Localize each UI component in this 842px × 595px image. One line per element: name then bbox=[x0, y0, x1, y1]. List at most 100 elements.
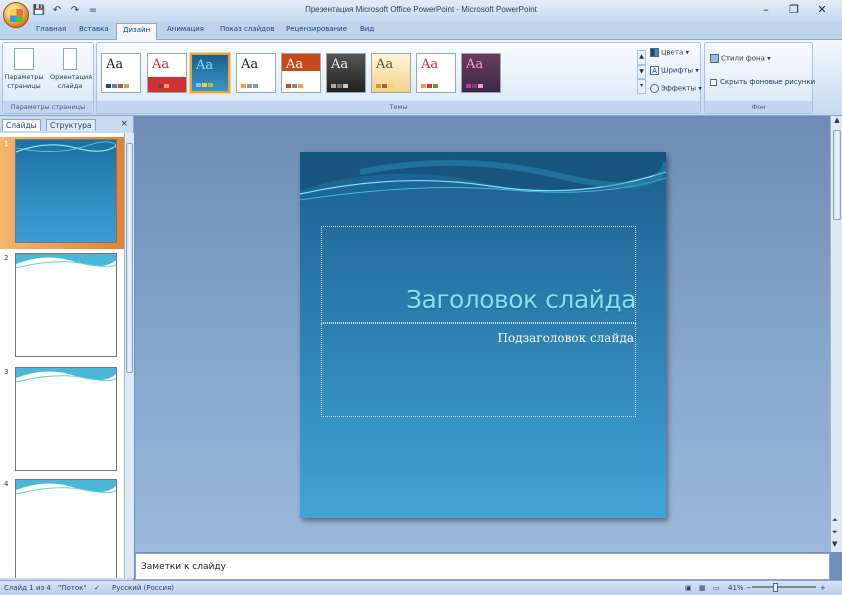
page-setup-group: Параметры страницы Ориентация слайда Пар… bbox=[2, 42, 94, 114]
themes-group: Aa Aa Aa Aa Aa Aa Aa Aa Aa Темы bbox=[96, 42, 701, 114]
themes-scroller: ▲ ▼ ▾ bbox=[637, 50, 646, 95]
tab-slideshow[interactable]: Показ слайдов bbox=[216, 25, 278, 33]
wave-decoration bbox=[16, 480, 116, 495]
zoom-out-icon[interactable]: − bbox=[746, 581, 752, 595]
checkbox-box bbox=[710, 78, 717, 86]
tab-design[interactable]: Дизайн bbox=[116, 23, 158, 40]
theme-tile-4[interactable]: Aa bbox=[236, 53, 276, 93]
effects-icon bbox=[650, 84, 659, 93]
tab-slides[interactable]: Слайды bbox=[2, 119, 41, 131]
page-setup-group-label: Параметры страницы bbox=[3, 101, 93, 113]
theme-tile-8[interactable]: Aa bbox=[416, 53, 456, 93]
theme-tile-9[interactable]: Aa bbox=[461, 53, 501, 93]
slide-thumbnails: 1 2 3 4 bbox=[0, 133, 124, 578]
ribbon-tabs: Главная Вставка Дизайн Анимация Показ сл… bbox=[0, 22, 842, 40]
slide-sorter-icon[interactable]: ▦ bbox=[699, 581, 706, 595]
editor-scrollbar[interactable]: ▲ ⏶ ⏷ ▼ bbox=[830, 116, 842, 552]
scroll-down-icon[interactable]: ▼ bbox=[832, 540, 837, 548]
orientation-button[interactable]: Ориентация слайда bbox=[50, 48, 92, 91]
themes-scroll-up-icon[interactable]: ▲ bbox=[637, 50, 646, 65]
wave-decoration bbox=[300, 152, 666, 201]
orientation-icon bbox=[63, 48, 77, 70]
slide-number: 2 bbox=[4, 254, 9, 262]
background-styles-button[interactable]: Стили фона ▾ bbox=[710, 54, 771, 63]
slide-preview bbox=[15, 479, 117, 578]
slide-thumbnail-2[interactable]: 2 bbox=[0, 251, 124, 363]
wave-decoration bbox=[16, 368, 116, 383]
theme-tile-6[interactable]: Aa bbox=[326, 53, 366, 93]
themes-scroll-down-icon[interactable]: ▼ bbox=[637, 64, 646, 80]
tab-animation[interactable]: Анимация bbox=[163, 25, 208, 33]
spellcheck-icon[interactable]: ✓ bbox=[94, 581, 100, 595]
hide-background-checkbox[interactable]: Скрыть фоновые рисунки bbox=[710, 78, 815, 86]
panel-close-icon[interactable]: × bbox=[120, 119, 128, 129]
colors-icon bbox=[650, 48, 659, 57]
next-slide-icon[interactable]: ⏷ bbox=[832, 528, 838, 537]
office-button[interactable] bbox=[3, 2, 29, 28]
thumbnails-scrollbar[interactable] bbox=[124, 133, 134, 578]
zoom-in-icon[interactable]: + bbox=[820, 581, 826, 595]
colors-button[interactable]: Цвета ▾ bbox=[650, 48, 689, 57]
wave-decoration bbox=[16, 254, 116, 269]
slideshow-view-icon[interactable]: ▭ bbox=[713, 581, 720, 595]
slide-preview bbox=[15, 139, 117, 243]
ribbon: Параметры страницы Ориентация слайда Пар… bbox=[0, 40, 842, 116]
theme-tile-5[interactable]: Aa bbox=[281, 53, 321, 93]
slide-thumbnail-3[interactable]: 3 bbox=[0, 365, 124, 477]
current-slide[interactable]: Заголовок слайда Подзаголовок слайда bbox=[300, 152, 666, 518]
effects-label: Эффекты bbox=[661, 84, 696, 93]
window-title: Презентация Microsoft Office PowerPoint … bbox=[305, 5, 537, 14]
previous-slide-icon[interactable]: ⏶ bbox=[832, 516, 838, 525]
notes-placeholder: Заметки к слайду bbox=[141, 562, 226, 572]
theme-tile-7[interactable]: Aa bbox=[371, 53, 411, 93]
hide-background-label: Скрыть фоновые рисунки bbox=[720, 78, 816, 86]
theme-tile-office[interactable]: Aa bbox=[101, 53, 141, 93]
title-bar: Презентация Microsoft Office PowerPoint … bbox=[0, 0, 842, 22]
notes-pane[interactable]: Заметки к слайду bbox=[135, 553, 830, 580]
slide-preview bbox=[15, 367, 117, 471]
slide-counter: Слайд 1 из 4 bbox=[4, 584, 51, 592]
zoom-slider-knob[interactable] bbox=[773, 583, 778, 592]
scrollbar-thumb[interactable] bbox=[833, 130, 841, 220]
slide-number: 1 bbox=[4, 140, 9, 148]
slide-thumbnail-1[interactable]: 1 bbox=[0, 137, 124, 249]
undo-icon[interactable]: ↶ bbox=[50, 4, 64, 18]
fonts-label: Шрифты bbox=[661, 66, 694, 75]
fonts-button[interactable]: A Шрифты ▾ bbox=[650, 66, 699, 75]
background-styles-label: Стили фона bbox=[721, 54, 765, 63]
slide-thumbnail-4[interactable]: 4 bbox=[0, 477, 124, 578]
effects-button[interactable]: Эффекты ▾ bbox=[650, 84, 702, 93]
scroll-up-icon[interactable]: ▲ bbox=[831, 116, 842, 128]
save-icon[interactable]: 💾 bbox=[32, 4, 46, 18]
tab-view[interactable]: Вид bbox=[356, 25, 378, 33]
slide-title[interactable]: Заголовок слайда bbox=[321, 285, 637, 314]
normal-view-icon[interactable]: ▣ bbox=[685, 581, 692, 595]
restore-button[interactable]: ❐ bbox=[780, 2, 808, 18]
theme-name: "Поток" bbox=[58, 584, 87, 592]
theme-tile-flow-selected[interactable]: Aa bbox=[190, 53, 230, 93]
themes-more-icon[interactable]: ▾ bbox=[637, 79, 646, 95]
zoom-level[interactable]: 41% bbox=[728, 581, 744, 595]
scrollbar-thumb[interactable] bbox=[126, 143, 133, 373]
page-setup-button[interactable]: Параметры страницы bbox=[4, 48, 44, 91]
tab-home[interactable]: Главная bbox=[32, 25, 70, 33]
slide-editor: Заголовок слайда Подзаголовок слайда bbox=[135, 116, 830, 552]
slide-subtitle[interactable]: Подзаголовок слайда bbox=[321, 331, 634, 345]
office-logo-icon bbox=[10, 9, 23, 22]
slide-preview bbox=[15, 253, 117, 357]
theme-tile-2[interactable]: Aa bbox=[147, 53, 187, 93]
colors-label: Цвета bbox=[661, 48, 684, 57]
language-indicator[interactable]: Русский (Россия) bbox=[112, 581, 174, 595]
fonts-icon: A bbox=[650, 66, 659, 75]
window-controls: – ❐ ✕ bbox=[752, 2, 836, 18]
quick-access-toolbar: 💾 ↶ ↷ = bbox=[32, 4, 100, 18]
close-button[interactable]: ✕ bbox=[808, 2, 836, 18]
zoom-slider[interactable] bbox=[752, 586, 816, 588]
tab-insert[interactable]: Вставка bbox=[75, 25, 113, 33]
customize-qat-icon[interactable]: = bbox=[86, 4, 100, 18]
redo-icon[interactable]: ↷ bbox=[68, 4, 82, 18]
tab-outline[interactable]: Структура bbox=[46, 119, 96, 131]
slides-panel: Слайды Структура × 1 2 3 4 bbox=[0, 116, 134, 580]
minimize-button[interactable]: – bbox=[752, 2, 780, 18]
tab-review[interactable]: Рецензирование bbox=[282, 25, 351, 33]
